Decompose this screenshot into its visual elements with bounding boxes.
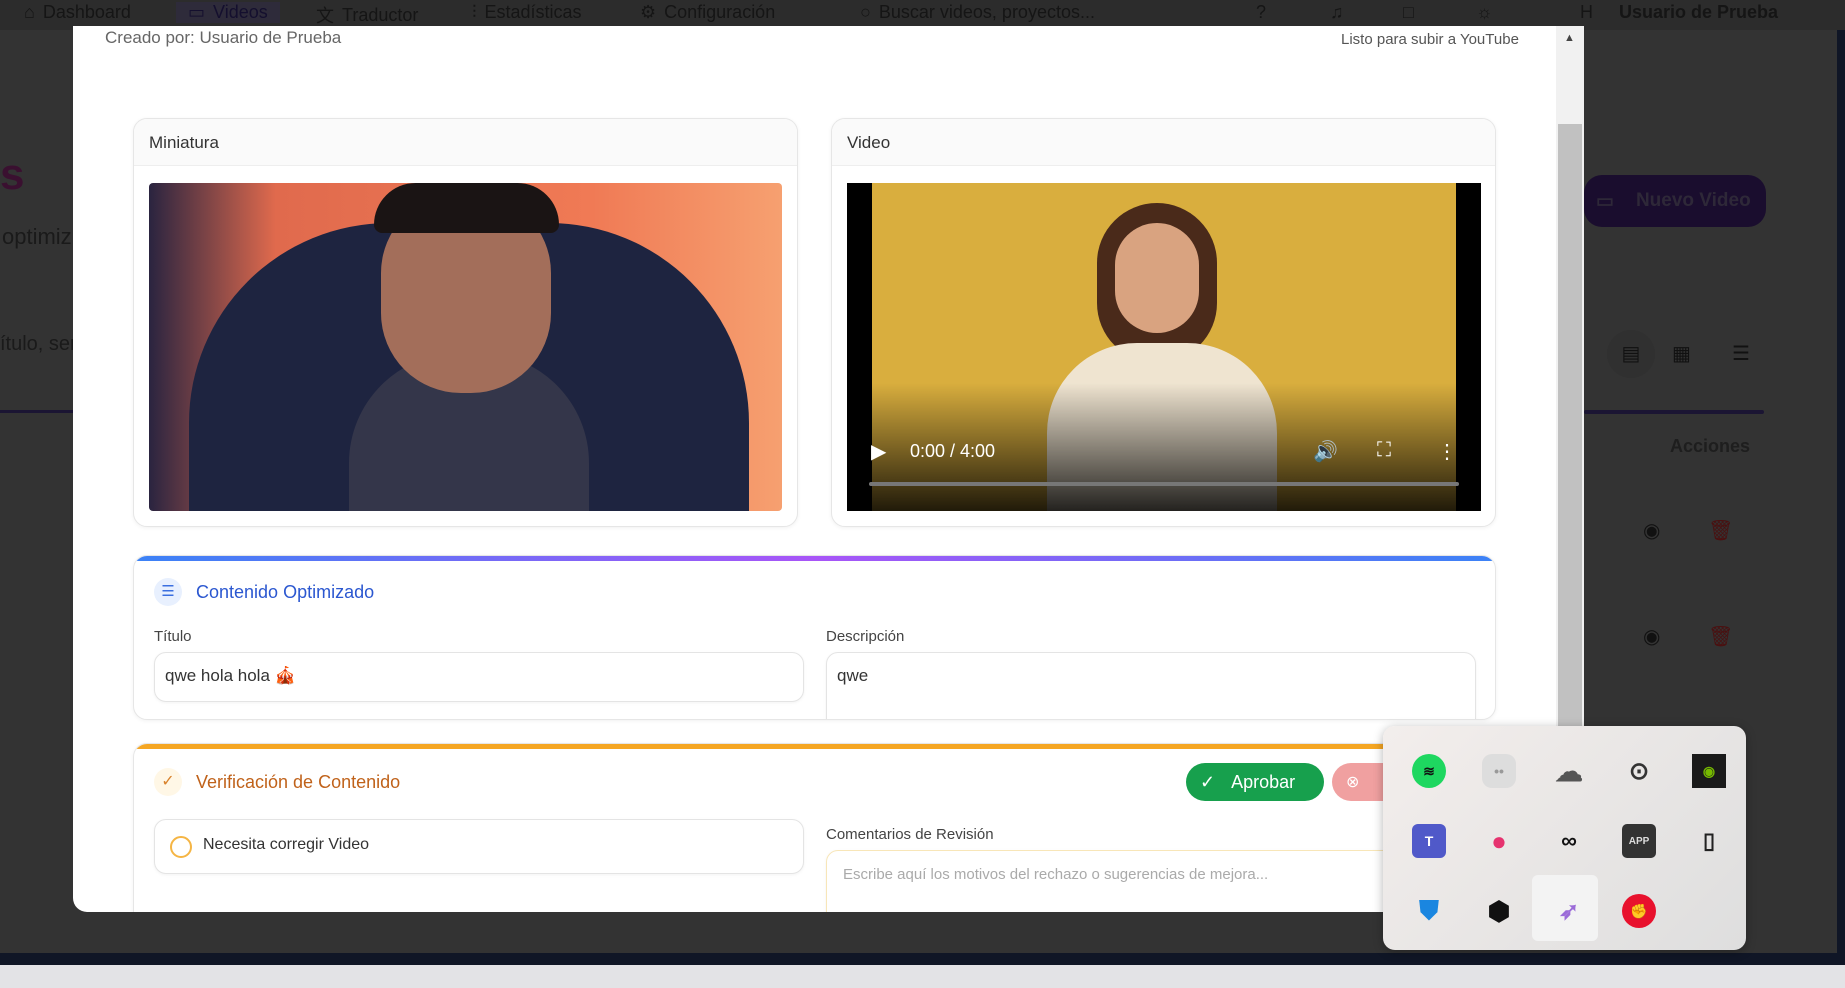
slack-icon[interactable]: ● [1482, 824, 1516, 858]
scroll-up-icon[interactable]: ▲ [1564, 32, 1575, 44]
help-icon[interactable]: ? [1256, 2, 1266, 23]
more-options-icon[interactable]: ⋮ [1437, 439, 1457, 464]
fullscreen-icon[interactable]: ⛶ [1377, 439, 1391, 462]
view-icon[interactable]: ◉ [1643, 624, 1660, 649]
view-icon[interactable]: ◉ [1643, 518, 1660, 543]
title-input[interactable]: qwe hola hola 🎪 [154, 652, 804, 702]
taskbar [0, 965, 1845, 988]
avatar[interactable]: H [1580, 2, 1593, 23]
system-tray-overflow: ≋ •• ☁ ⊙ ◉ T ● ∞ APP ▯ ⛊ ⬢ ➶ ✊ [1383, 726, 1746, 950]
optimized-content-card: ☰ Contenido Optimizado Título qwe hola h… [133, 555, 1496, 720]
video-card: Video ▶ 0:00 / 4:00 🔊 ⛶ ⋮ [831, 118, 1496, 527]
verification-card: ✓ Verificación de Contenido ✓ Aprobar ⊗ N… [133, 743, 1496, 912]
comments-label: Comentarios de Revisión [826, 826, 994, 843]
video-title: Video [832, 119, 1495, 166]
play-icon[interactable]: ▶ [871, 439, 886, 464]
bell-icon[interactable]: ♫ [1330, 2, 1344, 23]
verification-title: Verificación de Contenido [196, 772, 401, 792]
spotify-icon[interactable]: ≋ [1412, 754, 1446, 788]
x-circle-icon: ⊗ [1346, 774, 1360, 791]
upload-status: Listo para subir a YouTube [1341, 31, 1519, 48]
teams-icon[interactable]: T [1412, 824, 1446, 858]
video-icon: ▭ [188, 2, 206, 22]
actions-header: Acciones [1670, 436, 1751, 456]
description-label: Descripción [826, 628, 905, 645]
bg-subtitle: optimiz [2, 224, 72, 249]
chat-icon[interactable]: □ [1403, 2, 1414, 23]
search-input[interactable]: ○ Buscar videos, proyectos... [860, 2, 1095, 23]
app-icon[interactable]: APP [1622, 824, 1656, 858]
thumbnail-image [149, 183, 782, 511]
feather-icon[interactable]: ➶ [1552, 894, 1586, 928]
needs-fix-option[interactable]: Necesita corregir Video [154, 819, 804, 874]
taskbar-edge [0, 953, 1845, 965]
list-view-icon[interactable]: ☰ [1732, 330, 1750, 378]
new-video-button[interactable]: ▭ Nuevo Video [1584, 175, 1766, 227]
nav-estadisticas[interactable]: ⫶ Estadísticas [472, 2, 582, 23]
video-detail-modal: Creado por: Usuario de Prueba Listo para… [73, 26, 1584, 912]
thumbnail-title: Miniatura [134, 119, 797, 166]
user-name[interactable]: Usuario de Prueba [1619, 2, 1778, 23]
steelseries-icon[interactable]: ⊙ [1622, 754, 1656, 788]
nav-configuracion[interactable]: ⚙ Configuración [640, 2, 775, 23]
radio-button[interactable] [170, 836, 192, 858]
trash-icon[interactable]: 🗑 [1708, 518, 1733, 543]
optimized-title: Contenido Optimizado [196, 582, 375, 602]
discord-icon[interactable]: •• [1482, 754, 1516, 788]
description-input[interactable]: qwe [826, 652, 1476, 719]
video-time: 0:00 / 4:00 [910, 441, 996, 461]
bg-table-top [1584, 410, 1764, 414]
bg-page-title: s [0, 150, 25, 199]
nvidia-icon[interactable]: ◉ [1692, 754, 1726, 788]
scrollbar-thumb[interactable] [1558, 124, 1582, 732]
gear-icon: ⚙ [640, 2, 657, 22]
translate-icon: 文 [316, 6, 334, 26]
onedrive-icon[interactable]: ☁ [1552, 754, 1586, 788]
grid-view-icon[interactable]: ▦ [1672, 330, 1691, 378]
defender-warning-icon[interactable]: ⛊ [1412, 894, 1446, 928]
riot-icon[interactable]: ✊ [1622, 894, 1656, 928]
nav-dashboard[interactable]: ⌂ Dashboard [24, 2, 131, 23]
approve-button[interactable]: ✓ Aprobar [1186, 763, 1324, 801]
layout-view-icon[interactable]: ▤ [1607, 330, 1655, 378]
home-icon: ⌂ [24, 2, 35, 22]
nav-traductor[interactable]: 文 Traductor [316, 2, 418, 28]
video-player[interactable]: ▶ 0:00 / 4:00 🔊 ⛶ ⋮ [847, 183, 1481, 511]
comments-textarea[interactable]: Escribe aquí los motivos del rechazo o s… [826, 850, 1476, 912]
list-icon: ☰ [154, 578, 182, 606]
video-icon: ▭ [1596, 190, 1614, 212]
thumbnail-card: Miniatura [133, 118, 798, 527]
volume-icon[interactable]: 🔊 [1313, 439, 1338, 464]
check-circle-icon: ✓ [154, 768, 182, 796]
bg-search: ítulo, ser [0, 333, 77, 355]
bg-divider [0, 410, 73, 413]
icue-icon[interactable]: ⬢ [1482, 894, 1516, 928]
created-by: Creado por: Usuario de Prueba [105, 28, 342, 47]
video-progress-bar[interactable] [869, 482, 1459, 486]
trash-icon[interactable]: 🗑 [1708, 624, 1733, 649]
nav-videos[interactable]: ▭ Videos [176, 2, 280, 23]
check-circle-icon: ✓ [1200, 771, 1216, 792]
usb-eject-icon[interactable]: ▯ [1692, 824, 1726, 858]
bg-edge [1837, 30, 1845, 965]
title-label: Título [154, 628, 192, 645]
search-icon: ○ [860, 2, 871, 22]
theme-icon[interactable]: ☼ [1476, 2, 1493, 23]
creative-cloud-icon[interactable]: ∞ [1552, 824, 1586, 858]
bar-chart-icon: ⫶ [472, 2, 477, 22]
